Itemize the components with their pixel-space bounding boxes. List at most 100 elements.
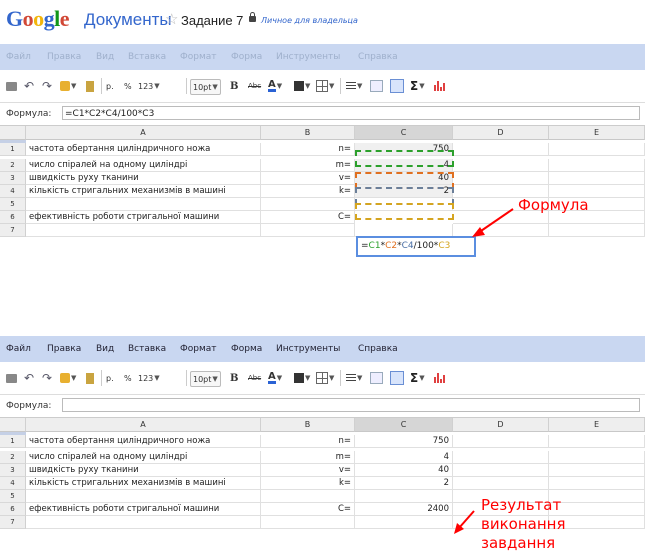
cell-a4[interactable]: кількість стригальних механизмів в машин… [26,477,261,490]
menu-insert[interactable]: Вставка [128,344,166,354]
column-header-c[interactable]: C [355,126,453,140]
align-icon[interactable]: ▼ [346,79,362,93]
cell-a5[interactable] [26,490,261,503]
column-header-b[interactable]: B [261,126,355,140]
cell-b5[interactable] [261,198,355,211]
cell-e2[interactable] [549,159,645,172]
cell-e1[interactable] [549,143,645,156]
grid-corner[interactable] [0,126,26,140]
strikethrough-button[interactable]: Abc [248,79,261,93]
fill-color-icon[interactable]: ▼ [294,79,310,93]
cell-c5[interactable] [355,198,453,211]
borders-icon[interactable]: ▼ [316,79,334,93]
text-color-button[interactable]: A ▼ [268,79,282,93]
currency-button[interactable]: р. [106,79,114,93]
cell-c7[interactable] [355,516,453,529]
menu-form[interactable]: Форма [231,52,262,62]
cell-b4[interactable]: k= [261,477,355,490]
merge-icon[interactable] [370,79,383,93]
menu-view[interactable]: Вид [96,344,114,354]
font-size-select[interactable]: 10pt ▼ [190,371,221,387]
cell-b3[interactable]: v= [261,464,355,477]
formula-input[interactable] [62,398,640,412]
cell-b2[interactable]: m= [261,451,355,464]
align-icon[interactable]: ▼ [346,371,362,385]
paint-format-icon[interactable]: ▼ [60,79,76,93]
clipboard-icon[interactable] [86,371,94,385]
row-header[interactable]: 1 [0,435,26,448]
cell-e2[interactable] [549,451,645,464]
cell-a3[interactable]: швидкість руху тканини [26,464,261,477]
cell-b5[interactable] [261,490,355,503]
column-header-d[interactable]: D [453,418,549,432]
print-icon[interactable] [6,371,17,385]
row-header[interactable]: 7 [0,516,26,529]
sigma-icon[interactable]: Σ ▼ [410,79,425,93]
row-header[interactable]: 7 [0,224,26,237]
cell-a2[interactable]: число спіралей на одному циліндрі [26,159,261,172]
undo-icon[interactable]: ↶ [24,371,34,385]
cell-c3[interactable]: 40 [355,172,453,185]
document-title[interactable]: Задание 7 [181,13,243,28]
row-header[interactable]: 5 [0,490,26,503]
cell-b1[interactable]: n= [261,435,355,448]
row-header[interactable]: 4 [0,185,26,198]
fill-color-icon[interactable]: ▼ [294,371,310,385]
row-header[interactable]: 6 [0,503,26,516]
print-icon[interactable] [6,79,17,93]
cell-c1[interactable]: 750 [355,143,453,156]
row-header[interactable]: 2 [0,451,26,464]
row-header[interactable]: 4 [0,477,26,490]
percent-button[interactable]: % [124,371,132,385]
cell-d2[interactable] [453,159,549,172]
cell-a5[interactable] [26,198,261,211]
menu-file[interactable]: Файл [6,344,31,354]
cell-c4[interactable]: 2 [355,477,453,490]
menu-tools[interactable]: Инструменты [276,52,340,62]
cell-d2[interactable] [453,451,549,464]
cell-c5[interactable] [355,490,453,503]
cell-e3[interactable] [549,172,645,185]
column-header-e[interactable]: E [549,418,645,432]
grid-corner[interactable] [0,418,26,432]
row-header[interactable]: 6 [0,211,26,224]
cell-a1[interactable]: частота обертання циліндричного ножа [26,435,261,448]
cell-a1[interactable]: частота обертання циліндричного ножа [26,143,261,156]
cell-d3[interactable] [453,464,549,477]
wrap-text-icon[interactable] [390,79,404,93]
cell-e1[interactable] [549,435,645,448]
cell-a6[interactable]: ефективність роботи стригальної машини [26,211,261,224]
currency-button[interactable]: р. [106,371,114,385]
cell-b4[interactable]: k= [261,185,355,198]
cell-c2[interactable]: 4 [355,159,453,172]
cell-d1[interactable] [453,143,549,156]
paint-format-icon[interactable]: ▼ [60,371,76,385]
cell-b3[interactable]: v= [261,172,355,185]
cell-b6[interactable]: C= [261,211,355,224]
cell-b7[interactable] [261,224,355,237]
column-header-a[interactable]: A [26,418,261,432]
text-color-button[interactable]: A ▼ [268,371,282,385]
menu-edit[interactable]: Правка [47,344,81,354]
cell-c2[interactable]: 4 [355,451,453,464]
privacy-status[interactable]: Личное для владельца [261,16,358,25]
chart-icon[interactable] [434,371,446,385]
clipboard-icon[interactable] [86,79,94,93]
row-header[interactable]: 5 [0,198,26,211]
cell-c3[interactable]: 40 [355,464,453,477]
cell-c6[interactable]: 2400 [355,503,453,516]
row-header[interactable]: 2 [0,159,26,172]
menu-form[interactable]: Форма [231,344,262,354]
font-size-select[interactable]: 10pt ▼ [190,79,221,95]
undo-icon[interactable]: ↶ [24,79,34,93]
menu-insert[interactable]: Вставка [128,52,166,62]
cell-e7[interactable] [549,224,645,237]
strikethrough-button[interactable]: Abc [248,371,261,385]
merge-icon[interactable] [370,371,383,385]
bold-button[interactable]: B [230,371,238,385]
menu-file[interactable]: Файл [6,52,31,62]
menu-format[interactable]: Формат [180,52,217,62]
cell-a2[interactable]: число спіралей на одному циліндрі [26,451,261,464]
cell-b2[interactable]: m= [261,159,355,172]
star-icon[interactable]: ☆ [165,10,178,28]
